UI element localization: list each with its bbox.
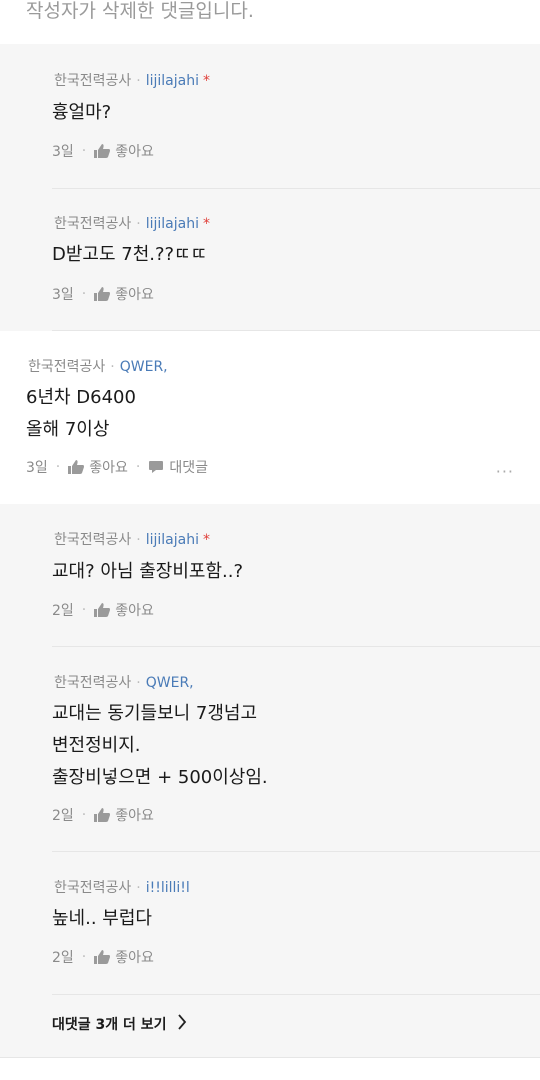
company-name: 한국전력공사 [54, 73, 132, 89]
comment-line: 올해 7이상 [26, 419, 110, 440]
comment-line: 교대는 동기들보니 7갱넘고 [52, 703, 258, 724]
comment-actions: 3일 · 좋아요 · 대댓글 [26, 457, 208, 477]
like-label: 좋아요 [115, 603, 154, 619]
divider [52, 330, 540, 331]
load-more-label: 대댓글 3개 더 보기 [52, 1017, 167, 1033]
username[interactable]: lijilajahi [146, 216, 199, 232]
author-mark: * [203, 532, 210, 548]
username[interactable]: QWER, [146, 675, 194, 691]
comment-line: 6년차 D6400 [26, 387, 136, 408]
comment-line: D받고도 7천.??ㄸㄸ [52, 244, 208, 265]
comment-meta: 한국전력공사 · lijilajahi * [54, 73, 210, 89]
thumbs-up-icon [68, 460, 85, 474]
comment-time: 2일 [52, 808, 74, 824]
deleted-comment-text: 작성자가 삭제한 댓글입니다. [26, 0, 254, 22]
username[interactable]: lijilajahi [146, 532, 199, 548]
comment-line: 흉얼마? [52, 102, 112, 123]
like-button[interactable]: 좋아요 [94, 600, 154, 620]
company-name: 한국전력공사 [28, 359, 106, 375]
comment-body: D받고도 7천.??ㄸㄸ [52, 239, 207, 271]
comment-body: 6년차 D6400 올해 7이상 [26, 382, 136, 446]
chevron-right-icon [167, 1014, 187, 1034]
comment-time: 3일 [26, 460, 48, 476]
comment-line: 변전정비지. [52, 735, 141, 756]
like-label: 좋아요 [115, 287, 154, 303]
comment-body: 높네.. 부럽다 [52, 903, 152, 935]
divider [52, 646, 540, 647]
comment-meta: 한국전력공사 · lijilajahi * [54, 216, 210, 232]
like-label: 좋아요 [115, 144, 154, 160]
divider [52, 851, 540, 852]
comment-line: 교대? 아님 출장비포함..? [52, 561, 244, 582]
more-options-button[interactable]: ··· [496, 462, 514, 481]
thumbs-up-icon [94, 950, 111, 964]
comment-line: 출장비넣으면 + 500이상임. [52, 767, 268, 788]
comment-body: 흉얼마? [52, 97, 111, 129]
author-mark: * [203, 73, 210, 89]
divider [52, 994, 540, 995]
thumbs-up-icon [94, 144, 111, 158]
divider [0, 1057, 540, 1058]
thumbs-up-icon [94, 808, 111, 822]
comment-actions: 2일 · 좋아요 [52, 600, 154, 620]
like-button[interactable]: 좋아요 [94, 947, 154, 967]
comment-actions: 3일 · 좋아요 [52, 141, 154, 161]
username[interactable]: QWER, [120, 359, 168, 375]
comment-meta: 한국전력공사 · i!!lilli!l [54, 880, 190, 896]
thumbs-up-icon [94, 287, 111, 301]
thumbs-up-icon [94, 603, 111, 617]
company-name: 한국전력공사 [54, 216, 132, 232]
company-name: 한국전력공사 [54, 532, 132, 548]
comment-body: 교대는 동기들보니 7갱넘고 변전정비지. 출장비넣으면 + 500이상임. [52, 698, 268, 794]
comment-meta: 한국전력공사 · QWER, [54, 675, 194, 691]
reply-label: 대댓글 [169, 460, 208, 476]
load-more-replies-button[interactable]: 대댓글 3개 더 보기 [52, 1014, 187, 1034]
comment-meta: 한국전력공사 · QWER, [28, 359, 168, 375]
divider [52, 188, 540, 189]
deleted-comment-notice: 작성자가 삭제한 댓글입니다. [0, 0, 540, 44]
company-name: 한국전력공사 [54, 880, 132, 896]
speech-bubble-icon [148, 460, 164, 474]
comment-actions: 3일 · 좋아요 [52, 284, 154, 304]
comment-line: 높네.. 부럽다 [52, 908, 152, 929]
comment-meta: 한국전력공사 · lijilajahi * [54, 532, 210, 548]
company-name: 한국전력공사 [54, 675, 132, 691]
like-button[interactable]: 좋아요 [94, 805, 154, 825]
author-mark: * [203, 216, 210, 232]
comment-actions: 2일 · 좋아요 [52, 805, 154, 825]
like-label: 좋아요 [115, 808, 154, 824]
comment-actions: 2일 · 좋아요 [52, 947, 154, 967]
username[interactable]: i!!lilli!l [146, 880, 190, 896]
comment-time: 3일 [52, 287, 74, 303]
like-button[interactable]: 좋아요 [94, 284, 154, 304]
username[interactable]: lijilajahi [146, 73, 199, 89]
like-label: 좋아요 [115, 950, 154, 966]
reply-button[interactable]: 대댓글 [148, 457, 208, 477]
comment-time: 3일 [52, 144, 74, 160]
comment-time: 2일 [52, 603, 74, 619]
comment-body: 교대? 아님 출장비포함..? [52, 556, 243, 588]
like-button[interactable]: 좋아요 [94, 141, 154, 161]
like-button[interactable]: 좋아요 [68, 457, 128, 477]
comment-time: 2일 [52, 950, 74, 966]
like-label: 좋아요 [89, 460, 128, 476]
